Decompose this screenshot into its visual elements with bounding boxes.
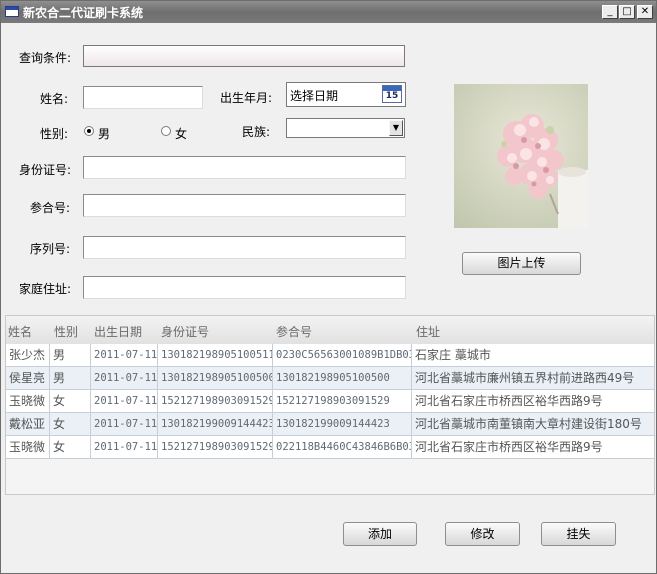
cell-gender: 男 [50,367,91,389]
address-input[interactable] [83,276,406,299]
cell-gender: 男 [50,344,91,366]
gender-female-label: 女 [175,127,188,141]
gender-female-radio[interactable] [161,126,171,136]
table-header: 姓名 性别 出生日期 身份证号 参合号 住址 [6,316,654,345]
cell-birth: 2011-07-11 [91,436,158,458]
gender-male-radio[interactable] [84,126,94,136]
column-member[interactable]: 参合号 [276,323,312,340]
cell-idcard: 152127198903091529 [158,390,273,412]
cell-gender: 女 [50,436,91,458]
address-label: 家庭住址: [19,282,72,296]
birth-date-picker[interactable]: 选择日期 15 [286,82,406,107]
photo-preview [454,84,588,228]
cell-address: 河北省石家庄市桥西区裕华西路9号 [415,440,603,454]
photo-upload-button[interactable]: 图片上传 [462,252,581,275]
ethnicity-label: 民族: [242,125,271,139]
close-button[interactable]: ✕ [637,5,653,19]
column-idcard[interactable]: 身份证号 [161,323,209,340]
cell-member: 130182198905100500 [273,367,412,389]
add-button[interactable]: 添加 [343,522,417,546]
maximize-button[interactable]: □ [619,5,635,19]
cell-gender: 女 [50,413,91,435]
table-row[interactable]: 玉晓微 女 2011-07-11 152127198903091529 1521… [6,390,654,413]
member-input[interactable] [83,194,406,217]
cell-member: 152127198903091529 [273,390,412,412]
idcard-label: 身份证号: [19,163,72,177]
table-row[interactable]: 侯星亮 男 2011-07-11 130182198905100500 1301… [6,367,654,390]
cell-name: 张少杰 [6,344,50,366]
cell-birth: 2011-07-11 [91,390,158,412]
cell-idcard: 130182198905100511 [158,344,273,366]
edit-button[interactable]: 修改 [445,522,520,546]
cell-address: 河北省藁城市廉州镇五界村前进路西49号 [415,371,635,385]
query-label: 查询条件: [19,51,72,65]
column-name[interactable]: 姓名 [8,323,32,340]
cell-member: 022118B4460C43846B6B03 [273,436,412,458]
query-input[interactable] [83,45,405,67]
flower-image [497,114,588,228]
cell-member: 0230C56563001089B1DB03 [273,344,412,366]
cell-name: 玉晓微 [6,390,50,412]
table-row[interactable]: 戴松亚 女 2011-07-11 130182199009144423 1301… [6,413,654,436]
cell-birth: 2011-07-11 [91,344,158,366]
gender-label: 性别: [40,127,69,141]
cell-name: 侯星亮 [6,367,50,389]
ethnicity-select[interactable]: ▼ [286,118,405,138]
idcard-input[interactable] [83,156,406,179]
cell-gender: 女 [50,390,91,412]
calendar-icon[interactable]: 15 [382,85,402,103]
serial-label: 序列号: [30,242,71,256]
cell-address: 石家庄 藁城市 [415,348,491,362]
cell-idcard: 130182198905100500 [158,367,273,389]
app-window: 新农合二代证刷卡系统 _ □ ✕ 查询条件: 姓名: 出生年月: 选择日期 15… [0,0,657,574]
cell-idcard: 152127198903091529 [158,436,273,458]
table-row[interactable]: 张少杰 男 2011-07-11 130182198905100511 0230… [6,344,654,367]
chevron-down-icon[interactable]: ▼ [389,120,403,136]
name-input[interactable] [83,86,203,109]
cell-name: 玉晓微 [6,436,50,458]
cell-birth: 2011-07-11 [91,413,158,435]
cell-idcard: 130182199009144423 [158,413,273,435]
column-gender[interactable]: 性别 [54,323,78,340]
cell-address: 河北省石家庄市桥西区裕华西路9号 [415,394,603,408]
calendar-day: 15 [385,91,399,101]
member-label: 参合号: [30,201,71,215]
serial-input[interactable] [83,236,406,259]
column-birth[interactable]: 出生日期 [94,323,142,340]
cell-address: 河北省藁城市南董镇南大章村建设街180号 [415,417,642,431]
window-title: 新农合二代证刷卡系统 [23,6,144,20]
cell-name: 戴松亚 [6,413,50,435]
records-table: 姓名 性别 出生日期 身份证号 参合号 住址 张少杰 男 2011-07-11 … [5,315,655,495]
title-bar[interactable]: 新农合二代证刷卡系统 _ □ ✕ [1,1,656,23]
table-row[interactable]: 玉晓微 女 2011-07-11 152127198903091529 0221… [6,436,654,459]
birth-date-value: 选择日期 [290,89,339,103]
app-window-icon [5,6,19,17]
birth-label: 出生年月: [220,91,273,105]
name-label: 姓名: [40,92,69,106]
report-lost-button[interactable]: 挂失 [541,522,616,546]
minimize-button[interactable]: _ [602,5,618,19]
gender-male-label: 男 [98,127,111,141]
cell-member: 130182199009144423 [273,413,412,435]
cell-birth: 2011-07-11 [91,367,158,389]
column-address[interactable]: 住址 [416,323,440,340]
